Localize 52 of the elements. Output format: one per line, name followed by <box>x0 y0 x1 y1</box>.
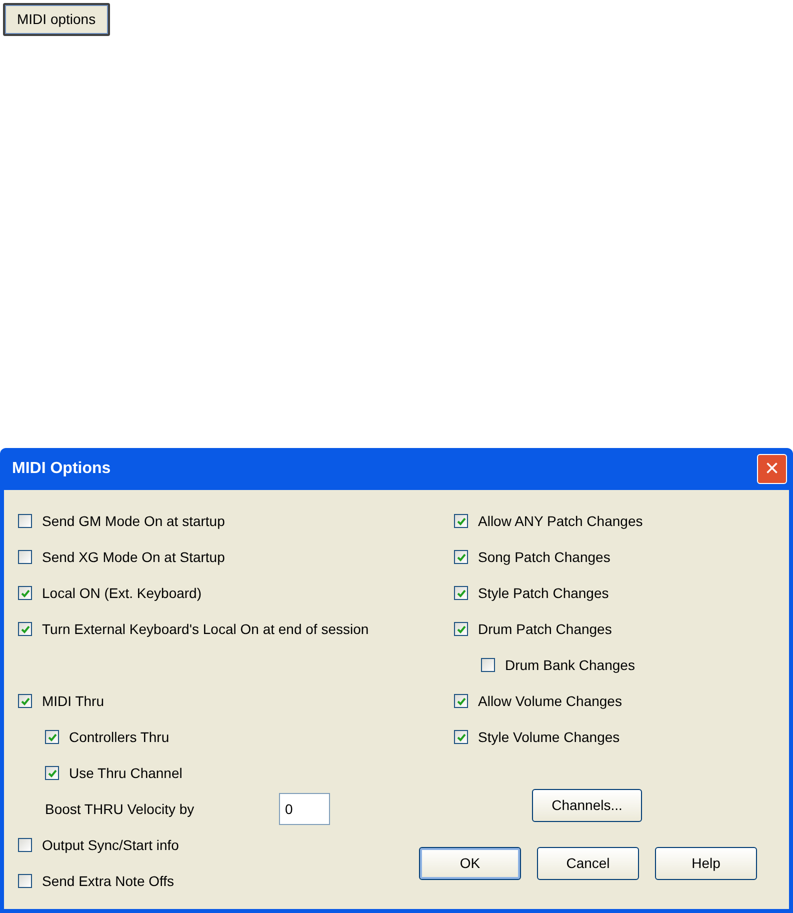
checkmark-icon <box>20 588 30 598</box>
checkbox[interactable] <box>454 514 468 528</box>
checkbox-label: Send XG Mode On at Startup <box>42 548 225 567</box>
checkbox-label: MIDI Thru <box>42 692 104 710</box>
checkbox[interactable] <box>45 766 59 780</box>
field-label: Boost THRU Velocity by <box>45 800 196 819</box>
checkbox-label: Drum Bank Changes <box>505 656 635 675</box>
checkbox[interactable] <box>454 730 468 744</box>
checkbox[interactable] <box>18 514 32 528</box>
checkbox[interactable] <box>18 694 32 708</box>
checkbox-label: Use Thru Channel <box>69 764 182 782</box>
midi-options-button[interactable]: MIDI options <box>3 3 110 36</box>
checkmark-icon <box>456 624 466 634</box>
checkmark-icon <box>456 516 466 526</box>
close-button[interactable]: × <box>757 454 787 484</box>
checkbox-label: Song Patch Changes <box>478 548 610 567</box>
dialog-button[interactable]: OK <box>419 847 521 880</box>
checkmark-icon <box>48 732 56 742</box>
checkbox[interactable] <box>454 694 468 708</box>
channels-button[interactable]: Channels... <box>532 789 642 822</box>
checkmark-icon <box>20 696 30 706</box>
dialog-button[interactable]: Cancel <box>537 847 639 880</box>
checkbox-label: Output Sync/Start info <box>42 836 179 855</box>
checkbox[interactable] <box>454 586 468 600</box>
checkmark-icon <box>456 696 466 706</box>
checkbox[interactable] <box>454 622 468 636</box>
checkbox-label: Style Patch Changes <box>478 584 609 603</box>
checkbox-label: Allow Volume Changes <box>478 692 622 711</box>
checkbox[interactable] <box>18 550 32 564</box>
checkbox[interactable] <box>18 586 32 600</box>
checkbox-label: Local ON (Ext. Keyboard) <box>42 584 202 603</box>
dialog-button[interactable]: Help <box>655 847 757 880</box>
checkbox[interactable] <box>481 658 495 672</box>
checkbox[interactable] <box>18 874 32 888</box>
checkmark-icon <box>20 624 30 634</box>
checkbox-label: Send GM Mode On at startup <box>42 512 225 531</box>
checkmark-icon <box>456 732 466 742</box>
checkbox[interactable] <box>454 550 468 564</box>
checkmark-icon <box>48 768 56 778</box>
checkbox[interactable] <box>18 622 32 636</box>
checkbox-label: Controllers Thru <box>69 728 170 746</box>
checkbox[interactable] <box>45 730 59 744</box>
checkbox-label: Send Extra Note Offs <box>42 872 174 890</box>
checkbox-label: Drum Patch Changes <box>478 620 612 639</box>
number-field[interactable]: 0 <box>279 793 330 825</box>
checkbox-label: Allow ANY Patch Changes <box>478 512 643 531</box>
checkmark-icon <box>456 588 466 598</box>
checkmark-icon <box>456 552 466 562</box>
window-title: MIDI Options <box>12 459 111 479</box>
checkbox-label: Turn External Keyboard's Local On at end of session <box>42 620 369 639</box>
checkbox-label: Style Volume Changes <box>478 728 620 747</box>
checkbox[interactable] <box>18 838 32 852</box>
